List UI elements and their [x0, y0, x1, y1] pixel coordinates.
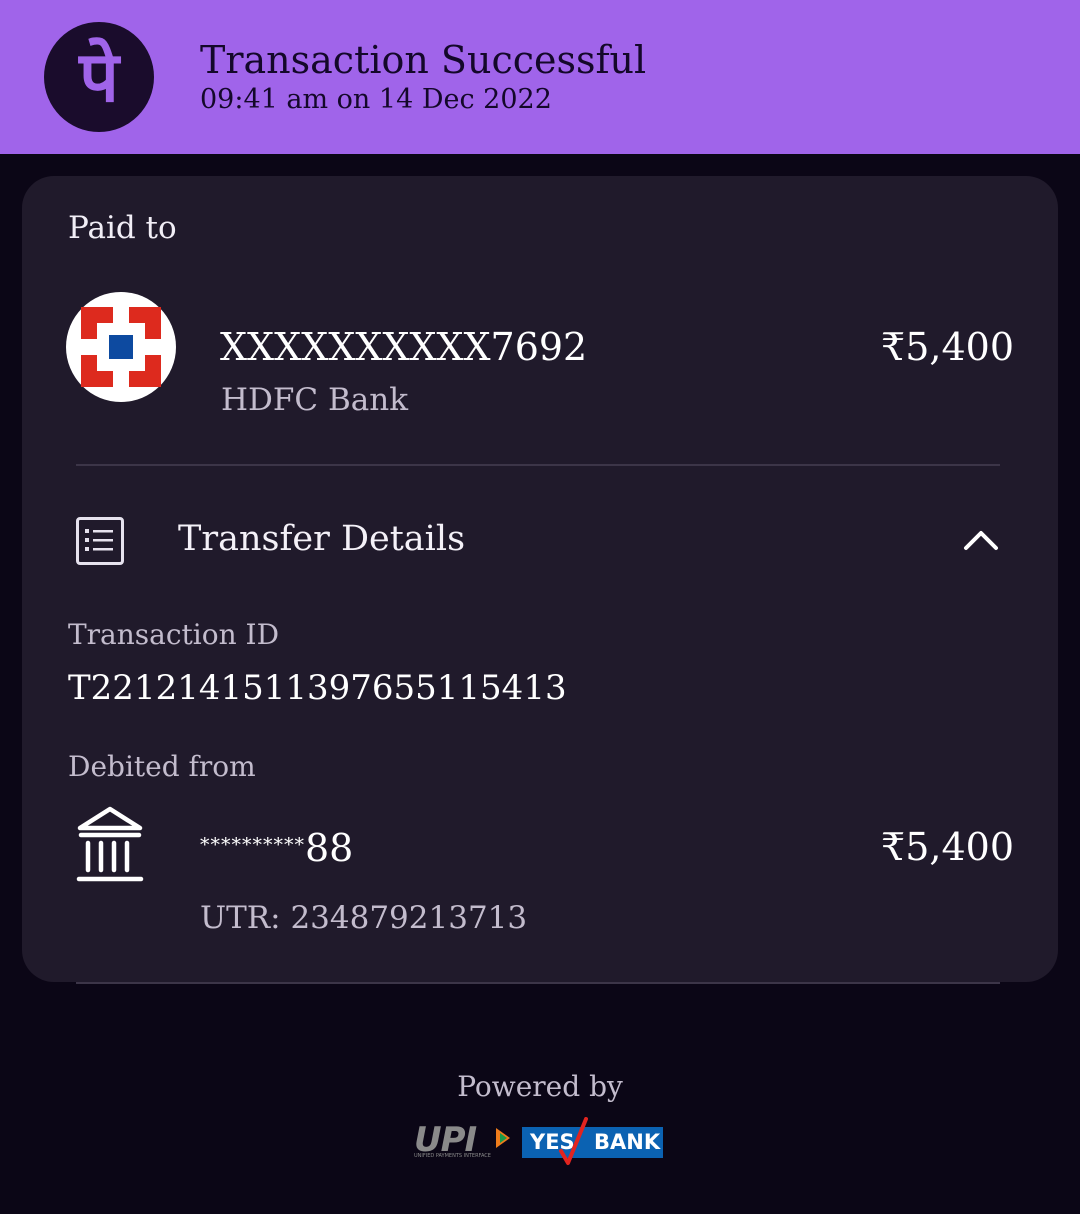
masked-stars: ********** — [200, 834, 305, 856]
upi-logo: UPI UNIFIED PAYMENTS INTERFACE — [414, 1120, 514, 1162]
phonepe-logo: पे — [44, 22, 154, 132]
paid-to-label: Paid to — [68, 210, 177, 246]
transfer-details-title[interactable]: Transfer Details — [178, 519, 465, 559]
powered-by-label: Powered by — [457, 1070, 623, 1103]
debited-account-masked: **********88 — [200, 826, 353, 870]
payee-account-number: XXXXXXXXXX7692 — [220, 325, 588, 369]
transaction-id-value[interactable]: T2212141511397655115413 — [68, 668, 567, 708]
yes-bank-logo-bank: BANK — [594, 1130, 661, 1154]
payee-bank-name: HDFC Bank — [221, 382, 408, 418]
phonepe-logo-glyph: पे — [79, 36, 119, 118]
transaction-timestamp: 09:41 am on 14 Dec 2022 — [200, 84, 552, 115]
header-bar: पे Transaction Successful 09:41 am on 14… — [0, 0, 1080, 154]
utr-number[interactable]: UTR: 234879213713 — [200, 900, 527, 936]
upi-logo-subtext: UNIFIED PAYMENTS INTERFACE — [414, 1153, 491, 1159]
divider — [76, 982, 1000, 984]
hdfc-bank-logo — [66, 292, 176, 402]
divider — [76, 464, 1000, 466]
document-list-icon — [76, 517, 124, 565]
paid-amount: ₹5,400 — [881, 325, 1014, 369]
chevron-up-icon[interactable] — [962, 526, 1000, 558]
transaction-status-title: Transaction Successful — [200, 38, 647, 82]
bank-building-icon — [76, 806, 144, 888]
transaction-id-label: Transaction ID — [68, 618, 280, 651]
yes-bank-logo: YES BANK — [522, 1117, 663, 1165]
debited-amount: ₹5,400 — [881, 825, 1014, 869]
account-suffix: 88 — [305, 826, 354, 870]
debited-from-label: Debited from — [68, 750, 256, 783]
